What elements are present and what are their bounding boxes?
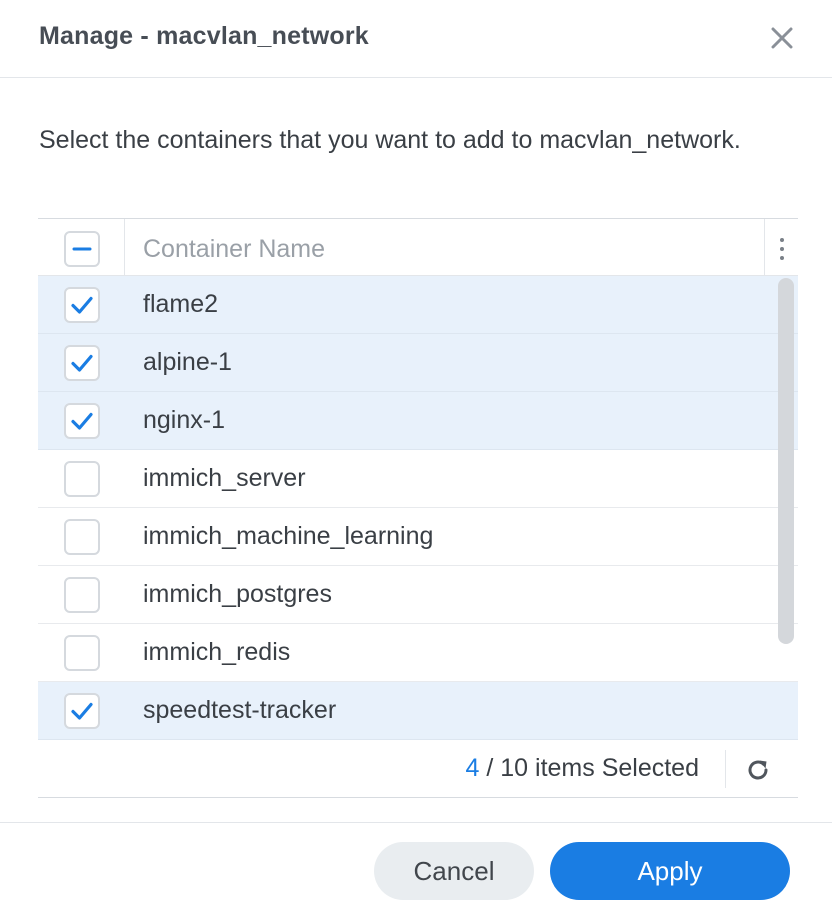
row-checkbox[interactable] xyxy=(64,519,100,555)
row-checkbox[interactable] xyxy=(64,345,100,381)
selected-count-suffix: / 10 items Selected xyxy=(479,754,699,782)
dialog-description: Select the containers that you want to a… xyxy=(39,126,741,154)
dialog-header: Manage - macvlan_network xyxy=(0,0,832,78)
close-icon xyxy=(771,27,793,49)
column-divider xyxy=(124,219,125,276)
row-checkbox[interactable] xyxy=(64,403,100,439)
container-name: flame2 xyxy=(143,290,219,318)
table-row[interactable]: immich_redis xyxy=(38,624,798,682)
minus-icon xyxy=(72,247,92,251)
checkmark-icon xyxy=(71,354,93,372)
manage-network-dialog: Manage - macvlan_network Select the cont… xyxy=(0,0,832,914)
more-vertical-icon[interactable] xyxy=(772,236,792,262)
row-checkbox[interactable] xyxy=(64,461,100,497)
footer-separator xyxy=(0,822,832,823)
container-name: immich_machine_learning xyxy=(143,522,434,550)
table-row[interactable]: immich_postgres xyxy=(38,566,798,624)
apply-button[interactable]: Apply xyxy=(550,842,790,900)
column-divider xyxy=(764,219,765,276)
dialog-title: Manage - macvlan_network xyxy=(39,22,369,50)
table-row[interactable]: alpine-1 xyxy=(38,334,798,392)
table-row[interactable]: immich_machine_learning xyxy=(38,508,798,566)
refresh-icon xyxy=(748,760,768,780)
row-checkbox[interactable] xyxy=(64,635,100,671)
container-name: immich_server xyxy=(143,464,306,492)
select-all-checkbox[interactable] xyxy=(64,231,100,267)
container-name: alpine-1 xyxy=(143,348,232,376)
checkmark-icon xyxy=(71,702,93,720)
table-row[interactable]: flame2 xyxy=(38,276,798,334)
grid-body: flame2 alpine-1 nginx-1 immich_serverimmich… xyxy=(38,276,798,740)
table-row[interactable]: nginx-1 xyxy=(38,392,798,450)
cancel-button[interactable]: Cancel xyxy=(374,842,534,900)
selection-count: 4 / 10 items Selected xyxy=(466,754,699,783)
container-grid: Container Name flame2 alpine-1 nginx-1 immi… xyxy=(38,218,798,798)
table-row[interactable]: immich_server xyxy=(38,450,798,508)
vertical-scrollbar[interactable] xyxy=(778,278,794,644)
checkmark-icon xyxy=(71,296,93,314)
row-checkbox[interactable] xyxy=(64,693,100,729)
checkmark-icon xyxy=(71,412,93,430)
column-header-container-name[interactable]: Container Name xyxy=(143,235,325,264)
container-name: immich_postgres xyxy=(143,580,332,608)
footer-divider xyxy=(725,750,726,788)
container-name: nginx-1 xyxy=(143,406,225,434)
row-checkbox[interactable] xyxy=(64,287,100,323)
selected-count-number: 4 xyxy=(465,754,480,782)
grid-header: Container Name xyxy=(38,218,798,276)
refresh-button[interactable] xyxy=(742,754,774,786)
row-checkbox[interactable] xyxy=(64,577,100,613)
container-name: immich_redis xyxy=(143,638,291,666)
close-button[interactable] xyxy=(764,20,800,56)
table-row[interactable]: speedtest-tracker xyxy=(38,682,798,740)
grid-footer: 4 / 10 items Selected xyxy=(38,740,798,798)
container-name: speedtest-tracker xyxy=(143,696,337,724)
